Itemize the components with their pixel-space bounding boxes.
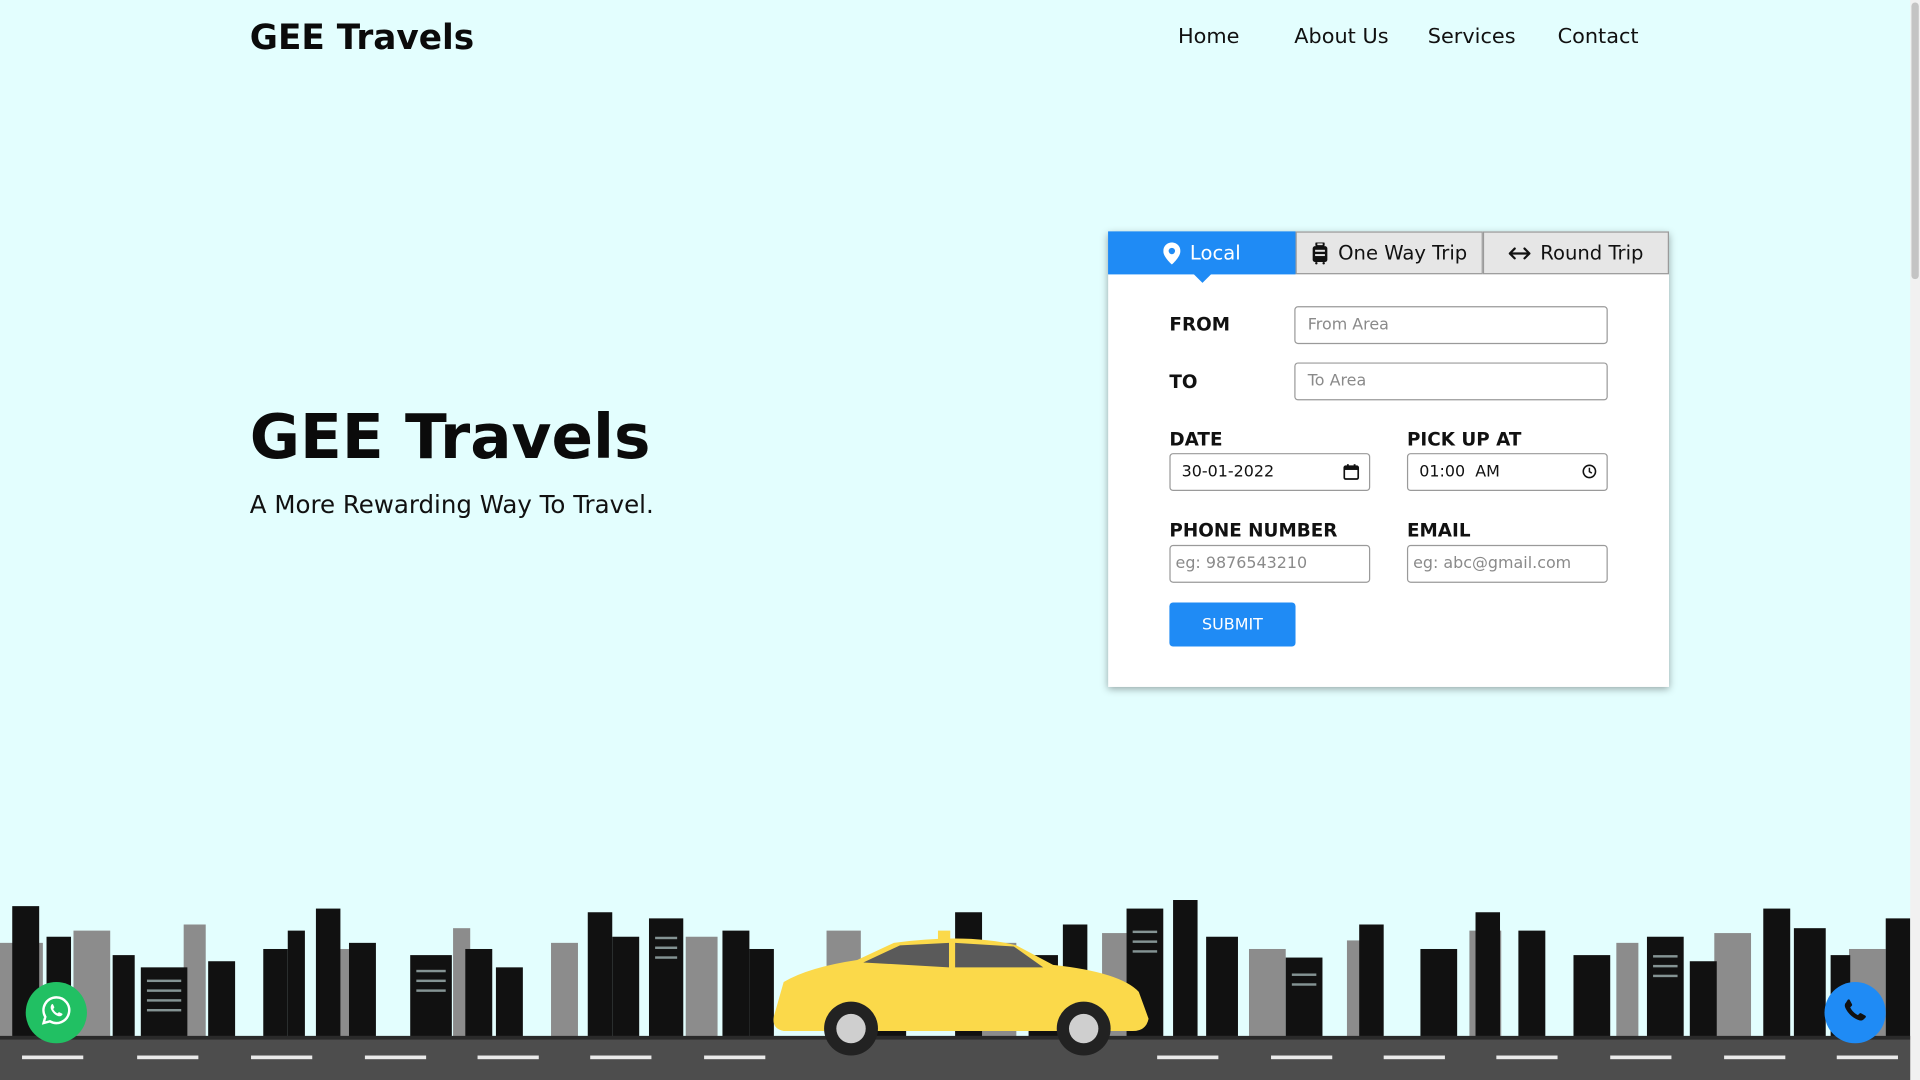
map-pin-icon <box>1162 241 1181 264</box>
phone-icon <box>1842 997 1869 1029</box>
to-area-input[interactable]: To Area <box>1294 362 1608 401</box>
date-input[interactable]: 30-01-2022 <box>1169 453 1371 492</box>
trip-type-tabs: Local One Way Trip Round Trip <box>1108 231 1669 283</box>
tab-one-way-label: One Way Trip <box>1338 241 1468 265</box>
booking-form-card: Local One Way Trip Round Trip FROM From … <box>1108 231 1669 687</box>
pickup-label: PICK UP AT <box>1406 428 1522 451</box>
clock-icon[interactable] <box>1582 464 1597 484</box>
date-value: 30-01-2022 <box>1181 462 1275 482</box>
nav-contact[interactable]: Contact <box>1558 24 1639 48</box>
hero-title: GEE Travels <box>249 401 651 473</box>
road-curb <box>0 1035 1920 1040</box>
phone-label: PHONE NUMBER <box>1169 519 1338 542</box>
phone-number-input[interactable]: eg: 9876543210 <box>1169 544 1371 583</box>
tab-local[interactable]: Local <box>1108 231 1296 283</box>
tab-round-trip-label: Round Trip <box>1540 241 1644 265</box>
hero-subtitle: A More Rewarding Way To Travel. <box>249 489 654 520</box>
call-button[interactable] <box>1824 982 1886 1044</box>
pickup-time-value: 01:00 AM <box>1419 462 1500 482</box>
from-label: FROM <box>1169 313 1230 336</box>
scrollbar-thumb[interactable] <box>1911 2 1919 280</box>
whatsapp-icon <box>40 994 72 1031</box>
tab-local-label: Local <box>1189 241 1241 265</box>
whatsapp-button[interactable] <box>25 982 87 1044</box>
nav-services[interactable]: Services <box>1428 24 1516 48</box>
arrows-left-right-icon <box>1508 246 1531 261</box>
calendar-icon[interactable] <box>1343 464 1360 485</box>
page-scrollbar[interactable] <box>1910 0 1920 1080</box>
page: GEE Travels Home About Us Services Conta… <box>0 0 1920 1080</box>
tab-round-trip[interactable]: Round Trip <box>1482 231 1669 275</box>
to-label: TO <box>1169 371 1198 394</box>
nav-home[interactable]: Home <box>1178 24 1239 48</box>
submit-button[interactable]: SUBMIT <box>1169 602 1296 647</box>
brand-logo[interactable]: GEE Travels <box>250 17 474 57</box>
city-skyline-illustration <box>0 900 1920 1080</box>
tab-one-way-trip[interactable]: One Way Trip <box>1295 231 1483 275</box>
date-label: DATE <box>1169 428 1223 451</box>
from-area-input[interactable]: From Area <box>1294 306 1608 345</box>
pickup-time-input[interactable]: 01:00 AM <box>1406 453 1608 492</box>
luggage-icon <box>1311 241 1328 264</box>
nav-about-us[interactable]: About Us <box>1294 24 1388 48</box>
email-input[interactable]: eg: abc@gmail.com <box>1406 544 1608 583</box>
email-label: EMAIL <box>1406 519 1471 542</box>
